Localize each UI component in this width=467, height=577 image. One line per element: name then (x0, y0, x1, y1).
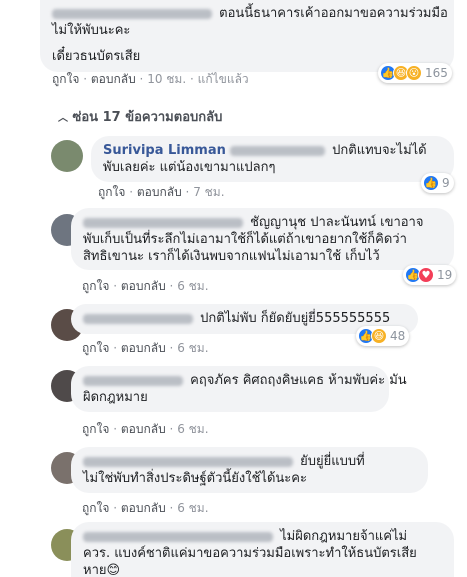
reaction-summary[interactable]: 👍 😆 48 (356, 326, 410, 346)
comment-bubble: Surivipa Limman ปกติแทบจะไม่ได้ พับเลยค่… (91, 136, 454, 182)
comment-text: คฤจภัคร คิศถฤงคิษแคธ ห้ามพับค่ะ มัน (190, 373, 407, 388)
like-link[interactable]: ถูกใจ (52, 72, 79, 86)
comment-text: สิทธิเขานะ เราก็ได้เงินพบจากแฟนไม่เอามาใ… (83, 249, 380, 264)
reply-link[interactable]: ตอบกลับ (121, 501, 166, 515)
avatar[interactable] (51, 140, 83, 172)
author-name[interactable]: Surivipa Limman (103, 143, 226, 158)
comment-actions: ถูกใจ · ตอบกลับ · 6 ชม. (82, 501, 209, 515)
blurred-name (83, 456, 293, 467)
comment-text: ชัญญานุช ปาละนันทน์ เขาอาจ (250, 215, 424, 230)
comment-text: พับเลยค่ะ แต่น้องเขามาแปลกๆ (103, 160, 276, 175)
blurred-name (83, 313, 193, 324)
chevron-up-icon: ︿ (58, 113, 68, 124)
comment-text: ปกติไม่พับ ก็ยัดยับยู่ยี่555555555 (200, 311, 391, 326)
timestamp[interactable]: 6 ชม. (177, 501, 208, 515)
comment-text: ไม่ใช่พับทำสิ่งประดิษฐ์ตัวนี้ยังใช้ได้นะ… (83, 471, 307, 486)
comment-bubble: คฤจภัคร คิศถฤงคิษแคธ ห้ามพับค่ะ มัน ผิดก… (71, 366, 407, 412)
comment-actions: ถูกใจ · ตอบกลับ · 6 ชม. (82, 279, 209, 293)
reaction-count: 48 (390, 329, 406, 343)
comment-actions: ถูกใจ · ตอบกลับ · 7 ชม. (98, 185, 225, 199)
haha-icon: 😆 (371, 328, 387, 344)
comment-actions: ถูกใจ · ตอบกลับ · 6 ชม. (82, 422, 209, 436)
reaction-count: 9 (442, 176, 450, 190)
comment-actions: ถูกใจ · ตอบกลับ · 10 ชม. · แก้ไขแล้ว (52, 72, 249, 86)
reply-link[interactable]: ตอบกลับ (121, 279, 166, 293)
replies-toggle-label: ซ่อน 17 ข้อความตอบกลับ (72, 110, 223, 125)
comment-bubble: ยับยู่ยี่แบบที่ ไม่ใช่พับทำสิ่งประดิษฐ์ต… (71, 447, 428, 493)
reaction-count: 165 (425, 66, 448, 80)
blurred-name (52, 8, 212, 19)
timestamp[interactable]: 7 ชม. (193, 185, 224, 199)
comment-text: ควร. แบงค์ชาติแค่มาขอความร่วมมือเพราะทำใ… (83, 546, 417, 561)
like-link[interactable]: ถูกใจ (82, 279, 109, 293)
edited-label[interactable]: แก้ไขแล้ว (198, 72, 249, 86)
comment-text: ผิดกฎหมาย (83, 390, 148, 405)
like-link[interactable]: ถูกใจ (82, 341, 109, 355)
blurred-name (83, 531, 273, 542)
comment-text: ตอนนี้ธนาคารเค้าออกมาขอความร่วมมือ (219, 6, 448, 21)
reaction-summary[interactable]: 👍 😆 😮 165 (378, 63, 452, 83)
timestamp[interactable]: 6 ชม. (177, 341, 208, 355)
comment-text: ยับยู่ยี่แบบที่ (300, 454, 365, 469)
reply-link[interactable]: ตอบกลับ (137, 185, 182, 199)
reply-link[interactable]: ตอบกลับ (121, 341, 166, 355)
like-link[interactable]: ถูกใจ (98, 185, 125, 199)
reaction-summary[interactable]: 👍 9 (421, 173, 454, 193)
comment-text: ไม่ผิดกฎหมายจ้าแค่ไม่ (280, 529, 408, 544)
comment-text: เดี๋ยวธนบัตรเสีย (52, 49, 141, 64)
hide-replies-link[interactable]: ︿ ซ่อน 17 ข้อความตอบกลับ (58, 106, 222, 127)
wow-icon: 😮 (406, 65, 422, 81)
blurred-name (230, 145, 326, 156)
reply-link[interactable]: ตอบกลับ (91, 72, 136, 86)
comment-text: ไม่ให้พับนะคะ (52, 23, 131, 38)
reaction-count: 19 (437, 268, 453, 282)
comment-text: หาย😊 (83, 563, 121, 577)
comment-actions: ถูกใจ · ตอบกลับ · 6 ชม. (82, 341, 209, 355)
reply-link[interactable]: ตอบกลับ (121, 422, 166, 436)
reaction-summary[interactable]: 👍 ♥ 19 (403, 265, 457, 285)
timestamp[interactable]: 10 ชม. (147, 72, 186, 86)
heart-icon: ♥ (418, 267, 434, 283)
comment-text: พับเก็บเป็นที่ระลึกไม่เอามาใช้ก็ได้แต่ถ้… (83, 232, 407, 247)
blurred-name (83, 217, 243, 228)
timestamp[interactable]: 6 ชม. (177, 279, 208, 293)
comment-text: ปกติแทบจะไม่ได้ (332, 143, 427, 158)
like-link[interactable]: ถูกใจ (82, 501, 109, 515)
comment-bubble: ตอนนี้ธนาคารเค้าออกมาขอความร่วมมือ ไม่ให… (40, 0, 454, 72)
blurred-name (83, 375, 183, 386)
comment-bubble: ไม่ผิดกฎหมายจ้าแค่ไม่ ควร. แบงค์ชาติแค่ม… (71, 522, 454, 577)
timestamp[interactable]: 6 ชม. (177, 422, 208, 436)
comment-bubble: ชัญญานุช ปาละนันทน์ เขาอาจ พับเก็บเป็นที… (71, 208, 454, 270)
like-icon: 👍 (423, 175, 439, 191)
like-link[interactable]: ถูกใจ (82, 422, 109, 436)
